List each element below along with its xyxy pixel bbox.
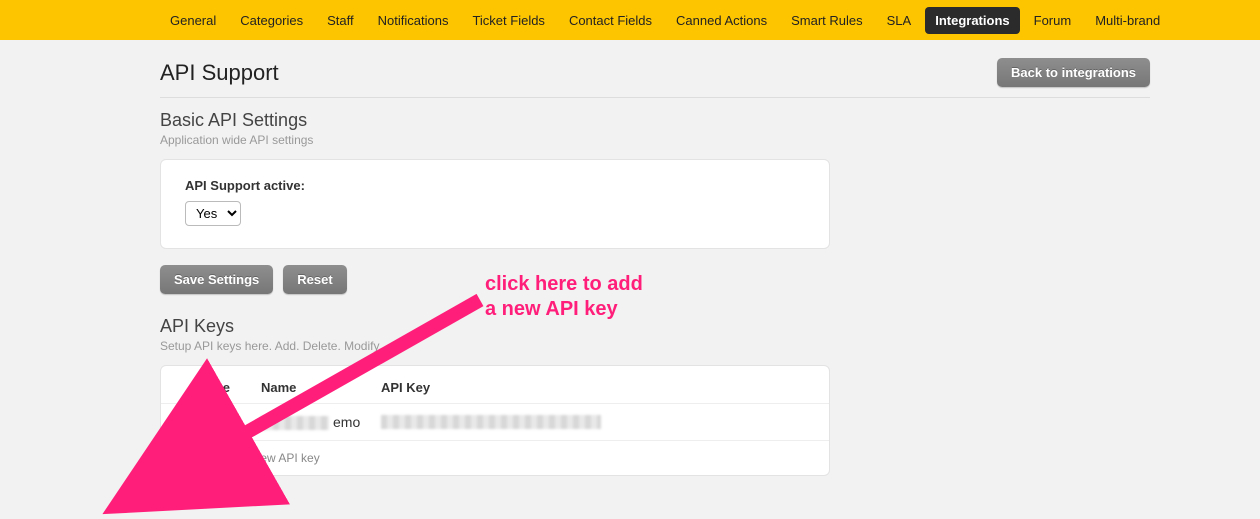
button-row: Save Settings Reset: [160, 265, 1150, 294]
col-name: Name: [261, 380, 381, 395]
keys-section-title: API Keys: [160, 316, 1150, 337]
nav-item-ticket-fields[interactable]: Ticket Fields: [462, 7, 554, 34]
nav-item-multi-brand[interactable]: Multi-brand: [1085, 7, 1170, 34]
back-button[interactable]: Back to integrations: [997, 58, 1150, 87]
save-button[interactable]: Save Settings: [160, 265, 273, 294]
table-row: emo: [161, 403, 829, 440]
add-plus-highlight: [156, 441, 198, 483]
col-active: Active: [191, 380, 261, 395]
add-button[interactable]: [156, 441, 198, 483]
plus-icon: [167, 452, 187, 472]
basic-section-title: Basic API Settings: [160, 110, 1150, 131]
callout-annotation: click here to add a new API key: [485, 272, 643, 322]
keys-header-row: Active Name API Key: [161, 366, 829, 403]
top-nav: General Categories Staff Notifications T…: [0, 0, 1260, 40]
api-active-label: API Support active:: [185, 178, 805, 193]
nav-item-notifications[interactable]: Notifications: [368, 7, 459, 34]
add-new-label: Add new API key: [229, 451, 320, 465]
page-content: API Support Back to integrations Basic A…: [160, 40, 1150, 476]
row-name-blur: [261, 416, 329, 430]
reset-button[interactable]: Reset: [283, 265, 346, 294]
page-header: API Support Back to integrations: [160, 58, 1150, 98]
row-name-suffix: emo: [333, 414, 360, 430]
add-row[interactable]: Add new API key: [161, 440, 829, 475]
nav-item-staff[interactable]: Staff: [317, 7, 364, 34]
nav-item-integrations[interactable]: Integrations: [925, 7, 1019, 34]
basic-panel: API Support active: Yes: [160, 159, 830, 249]
nav-item-smart-rules[interactable]: Smart Rules: [781, 7, 873, 34]
row-key-blur: [381, 415, 601, 429]
row-name-cell: emo: [261, 414, 381, 430]
nav-item-canned-actions[interactable]: Canned Actions: [666, 7, 777, 34]
basic-section-subtitle: Application wide API settings: [160, 133, 1150, 147]
page-title: API Support: [160, 60, 279, 86]
nav-item-categories[interactable]: Categories: [230, 7, 313, 34]
nav-item-general[interactable]: General: [160, 7, 226, 34]
callout-line2: a new API key: [485, 297, 643, 322]
nav-item-forum[interactable]: Forum: [1024, 7, 1082, 34]
basic-section: Basic API Settings Application wide API …: [160, 110, 1150, 294]
callout-line1: click here to add: [485, 272, 643, 297]
nav-item-sla[interactable]: SLA: [877, 7, 922, 34]
col-key: API Key: [381, 380, 799, 395]
nav-item-contact-fields[interactable]: Contact Fields: [559, 7, 662, 34]
keys-section: API Keys Setup API keys here. Add. Delet…: [160, 316, 1150, 476]
keys-section-subtitle: Setup API keys here. Add. Delete. Modify…: [160, 339, 1150, 353]
api-active-select[interactable]: Yes: [185, 201, 241, 226]
keys-panel: Active Name API Key emo Add new API key: [160, 365, 830, 476]
row-active-checkbox[interactable]: [191, 414, 204, 427]
